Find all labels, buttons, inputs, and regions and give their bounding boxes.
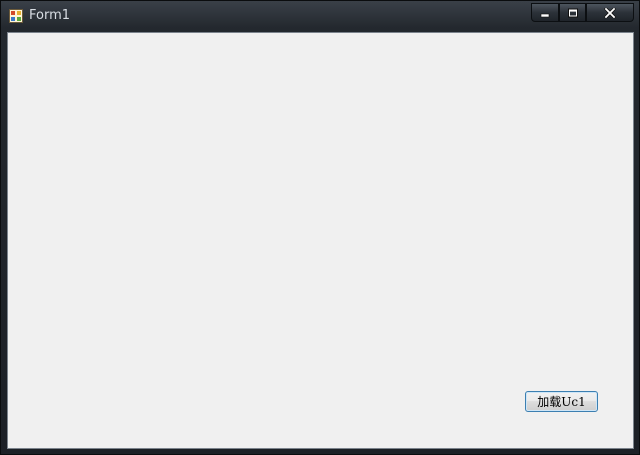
maximize-icon <box>560 4 585 21</box>
window-frame: Form1 加载Uc1 <box>0 0 640 455</box>
maximize-button[interactable] <box>559 3 586 22</box>
minimize-button[interactable] <box>531 3 559 22</box>
title-bar[interactable]: Form1 <box>1 1 639 30</box>
close-icon <box>587 4 633 21</box>
close-button[interactable] <box>586 3 634 22</box>
form-app-icon[interactable] <box>9 9 23 23</box>
load-uc1-button[interactable]: 加载Uc1 <box>525 391 598 412</box>
form-client-area: 加载Uc1 <box>7 32 634 449</box>
window-title: Form1 <box>29 8 71 23</box>
minimize-icon <box>532 4 558 21</box>
caption-buttons <box>531 3 634 22</box>
